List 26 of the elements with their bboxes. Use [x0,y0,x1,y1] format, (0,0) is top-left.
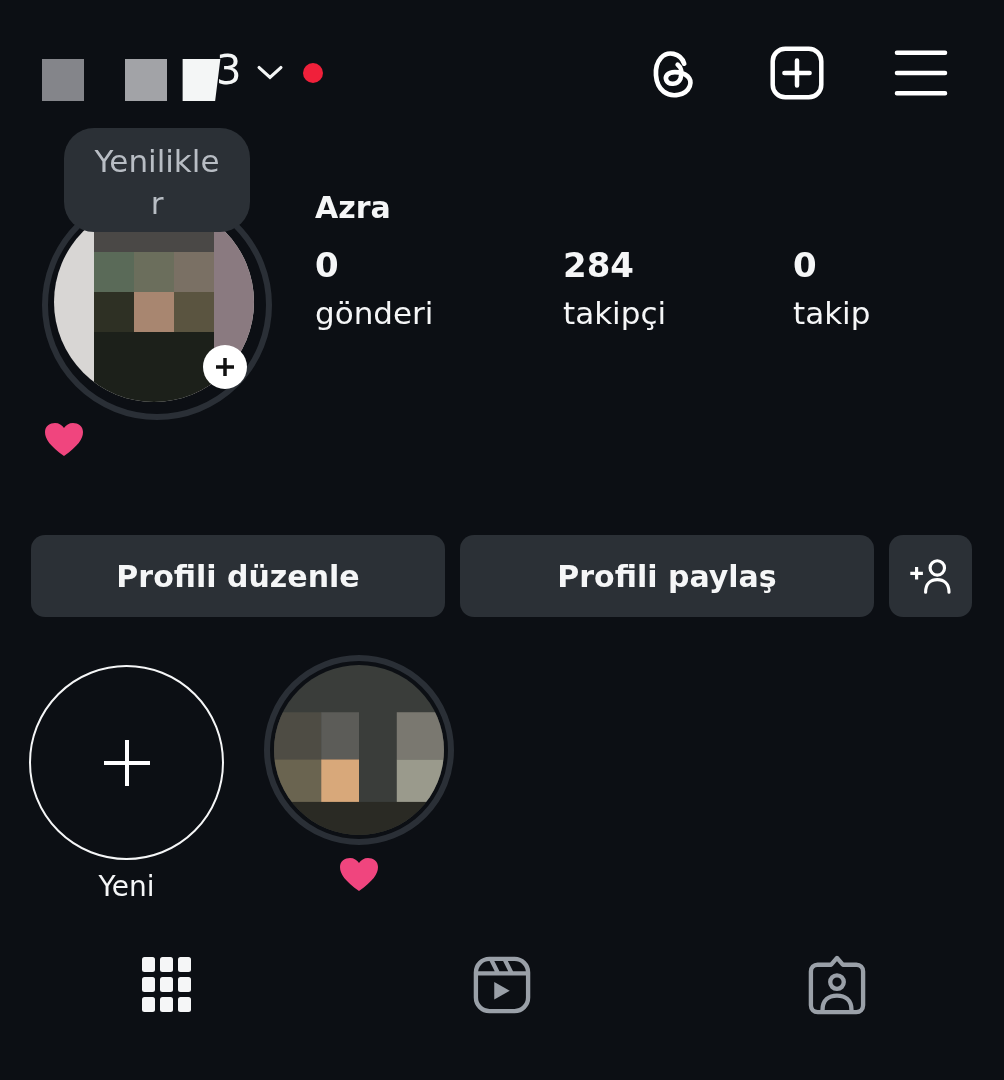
add-person-button[interactable] [889,535,972,617]
new-highlight-button[interactable] [29,665,224,860]
add-person-icon [907,558,954,594]
tooltip: Yenilikler [64,128,250,232]
heart-icon [44,422,84,458]
add-story-icon[interactable] [202,344,248,390]
stat-count[interactable]: 0 [315,242,563,288]
stat-label[interactable]: takipçi [563,288,793,338]
profile-button[interactable]: Profili düzenle [31,535,445,617]
stat-label[interactable]: gönderi [315,288,563,338]
stat-count[interactable]: 284 [563,242,793,288]
tagged-icon[interactable] [807,955,866,1015]
redaction-block [125,58,167,101]
profile-name: Azra [315,190,392,227]
highlight-ring[interactable] [264,655,454,845]
username[interactable]: 3 [216,49,242,90]
redaction-block [42,58,84,101]
heart-icon [339,857,379,893]
reels-icon[interactable] [473,955,531,1015]
chevron-down-icon[interactable] [257,64,284,81]
add-post-icon[interactable] [770,44,824,101]
highlight-label: Yeni [98,870,155,903]
plus-icon [101,737,152,788]
profile-button[interactable]: Profili paylaş [460,535,874,617]
stat-label[interactable]: takip [793,288,871,338]
stat-count[interactable]: 0 [793,242,871,288]
